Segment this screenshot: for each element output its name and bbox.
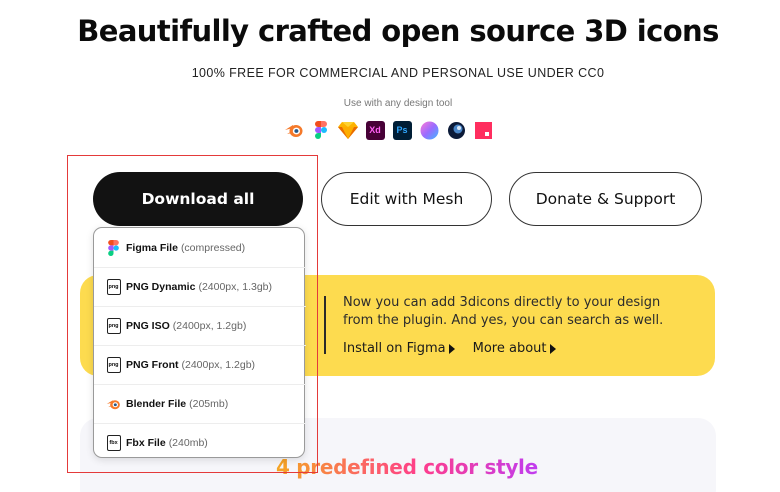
design-tools-row: Xd Ps [284,120,493,140]
png-file-icon: png [106,318,121,335]
blender-icon[interactable] [284,120,304,140]
download-all-button[interactable]: Download all [93,172,303,226]
dropdown-item-name: PNG Dynamic [126,281,196,293]
png-file-icon: png [106,357,121,374]
dropdown-item-png-front[interactable]: png PNG Front (2400px, 1.2gb) [94,345,306,384]
dropdown-item-name: PNG Front [126,359,179,371]
png-badge: png [106,279,121,295]
blender-icon [106,396,121,413]
license-subtitle: 100% FREE FOR COMMERCIAL AND PERSONAL US… [191,66,605,80]
install-on-figma-link[interactable]: Install on Figma [343,341,455,356]
play-arrow-icon [448,343,455,354]
plugin-description: Now you can add 3dicons directly to your… [343,294,703,330]
plugin-text-line-2: from the plugin. And yes, you can search… [343,313,664,328]
edit-with-mesh-button[interactable]: Edit with Mesh [321,172,492,226]
dropdown-item-meta: (205mb) [189,398,229,410]
png-file-icon: png [106,279,121,296]
photoshop-icon[interactable]: Ps [392,120,412,140]
cinema4d-icon[interactable] [446,120,466,140]
dropdown-item-name: Figma File [126,241,178,254]
plugin-divider [324,296,326,354]
more-about-link[interactable]: More about [473,341,556,356]
tools-caption: Use with any design tool [343,98,453,109]
figma-icon[interactable] [311,120,331,140]
plugin-links: Install on Figma More about [343,341,556,356]
install-on-figma-label: Install on Figma [343,341,446,356]
more-about-label: More about [472,341,547,356]
dropdown-item-png-dynamic[interactable]: png PNG Dynamic (2400px, 1.3gb) [94,267,306,306]
dropdown-item-meta: (2400px, 1.3gb) [198,281,273,293]
adobe-xd-icon[interactable]: Xd [365,120,385,140]
xd-label: Xd [365,120,385,140]
fbx-badge: fbx [106,435,121,451]
dropdown-item-meta: (2400px, 1.2gb) [172,320,247,332]
craft-icon[interactable] [473,120,493,140]
fbx-file-icon: fbx [106,435,121,452]
dropdown-item-meta: (240mb) [168,437,208,449]
dropdown-item-fbx-file[interactable]: fbx Fbx File (240mb) [94,423,306,462]
donate-support-button[interactable]: Donate & Support [509,172,702,226]
dropdown-item-name: PNG ISO [126,320,170,332]
dropdown-item-meta: (compressed) [180,241,246,254]
dropdown-item-name: Fbx File [126,437,166,449]
dropdown-item-blender-file[interactable]: Blender File (205mb) [94,384,306,423]
play-arrow-icon [549,343,556,354]
dropdown-item-name: Blender File [126,398,187,410]
dropdown-item-figma-file[interactable]: Figma File (compressed) [94,228,306,267]
framer-icon[interactable] [419,120,439,140]
plugin-text-line-1: Now you can add 3dicons directly to your… [343,295,661,310]
ps-label: Ps [392,120,412,140]
download-dropdown-menu: Figma File (compressed) png PNG Dynamic … [93,227,306,458]
png-badge: png [106,357,121,373]
color-styles-title: 4 predefined color style [276,455,538,479]
sketch-icon[interactable] [338,120,358,140]
figma-icon [106,239,121,256]
png-badge: png [106,318,121,334]
page-title: Beautifully crafted open source 3D icons [77,14,719,48]
dropdown-item-meta: (2400px, 1.2gb) [181,359,256,371]
dropdown-item-png-iso[interactable]: png PNG ISO (2400px, 1.2gb) [94,306,306,345]
